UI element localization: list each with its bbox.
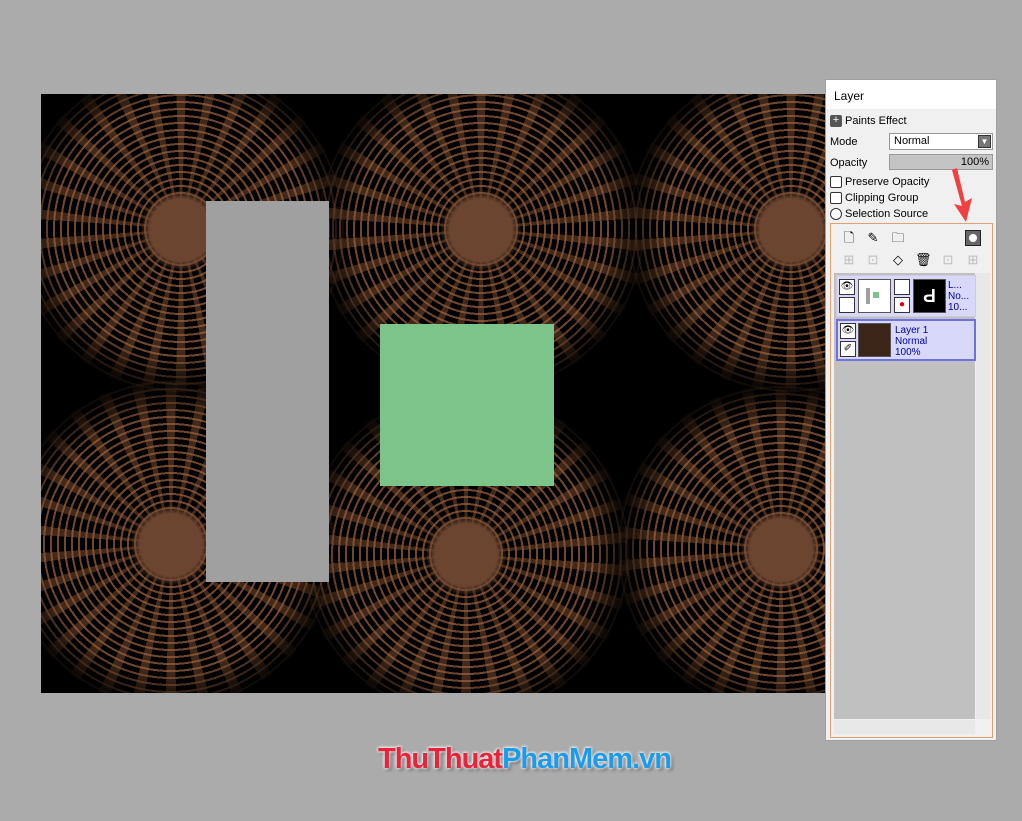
mask-toggle[interactable]: [894, 279, 910, 295]
brush-icon[interactable]: ✐: [840, 341, 856, 357]
checkbox-icon: [830, 176, 842, 188]
layer-name: Layer 1: [895, 325, 929, 336]
layer-thumbnail: [858, 323, 891, 357]
layer-mode: No...: [948, 291, 970, 302]
lace-spot: [131, 505, 211, 585]
eye-icon[interactable]: 👁: [839, 279, 855, 295]
layer-mode: Normal: [895, 336, 928, 347]
drawing-canvas[interactable]: [41, 94, 826, 693]
layer-opacity: 100%: [895, 347, 921, 358]
checkbox-icon: [830, 192, 842, 204]
paints-effect-toggle[interactable]: + Paints Effect: [830, 115, 907, 127]
lace-spot: [441, 190, 521, 270]
mode-value: Normal: [894, 135, 930, 147]
eye-icon[interactable]: 👁: [840, 323, 856, 339]
lock-toggle[interactable]: [839, 297, 855, 313]
preserve-opacity-checkbox[interactable]: Preserve Opacity: [830, 176, 929, 188]
layer-item-selected[interactable]: 👁 ✐ Layer 1 Normal 100%: [836, 319, 976, 361]
trash-icon[interactable]: 🗑: [915, 252, 932, 268]
watermark-part1: ThuThuat: [378, 743, 503, 775]
mask-thumbnail: Ԁ: [913, 279, 946, 313]
watermark-part2: PhanMem: [502, 743, 633, 775]
opacity-value: 100%: [960, 156, 989, 168]
clear-layer-icon[interactable]: ◇: [890, 252, 906, 268]
paints-effect-label: Paints Effect: [845, 115, 907, 127]
opacity-label: Opacity: [830, 157, 868, 169]
transfer-down-icon[interactable]: ⊞: [841, 252, 857, 268]
watermark-part3: .vn: [632, 743, 672, 775]
horizontal-scrollbar[interactable]: [834, 720, 975, 734]
layer-list: 👁 ● Ԁ L... No... 10... 👁 ✐ Layer 1 Norma…: [834, 273, 976, 719]
add-mask-icon[interactable]: ⊞: [965, 252, 981, 268]
selection-source-radio[interactable]: Selection Source: [830, 208, 928, 220]
clipping-group-label: Clipping Group: [845, 192, 919, 204]
layer-mask-icon[interactable]: [965, 230, 981, 246]
layer-opacity: 10...: [948, 302, 968, 313]
mode-label: Mode: [830, 136, 858, 148]
lace-spot: [426, 515, 506, 595]
layer-thumbnail: [858, 279, 891, 313]
red-arrow-annotation: [952, 168, 972, 222]
panel-title: Layer: [826, 80, 996, 109]
lace-spot: [741, 510, 821, 590]
watermark-logo: ThuThuatPhanMem.vn: [378, 743, 672, 776]
layer-name: L...: [948, 280, 962, 291]
radio-icon: [830, 208, 842, 220]
new-folder-icon[interactable]: 🗀: [890, 230, 906, 246]
merge-down-icon[interactable]: ⊡: [865, 252, 881, 268]
green-square: [380, 324, 554, 486]
preserve-opacity-label: Preserve Opacity: [845, 176, 930, 188]
lace-spot: [751, 190, 826, 270]
selection-source-label: Selection Source: [845, 208, 929, 220]
pin-icon[interactable]: ●: [894, 297, 910, 313]
plus-icon: +: [830, 115, 842, 127]
opacity-slider[interactable]: 100%: [889, 154, 993, 170]
gray-rectangle: [206, 201, 329, 582]
clipping-group-checkbox[interactable]: Clipping Group: [830, 192, 918, 204]
layer-list-box: 🗋 ✎ 🗀 ⊞ ⊡ ◇ 🗑 ⊡ ⊞ 👁 ● Ԁ L... No... 10...…: [830, 223, 993, 738]
vertical-scrollbar[interactable]: [976, 273, 990, 719]
new-linework-layer-icon[interactable]: ✎: [865, 230, 881, 246]
layer-item[interactable]: 👁 ● Ԁ L... No... 10...: [836, 275, 976, 317]
new-layer-icon[interactable]: 🗋: [841, 230, 857, 246]
mode-select[interactable]: Normal ▼: [889, 133, 993, 150]
chevron-down-icon: ▼: [978, 135, 991, 148]
merge-visible-icon[interactable]: ⊡: [940, 252, 956, 268]
